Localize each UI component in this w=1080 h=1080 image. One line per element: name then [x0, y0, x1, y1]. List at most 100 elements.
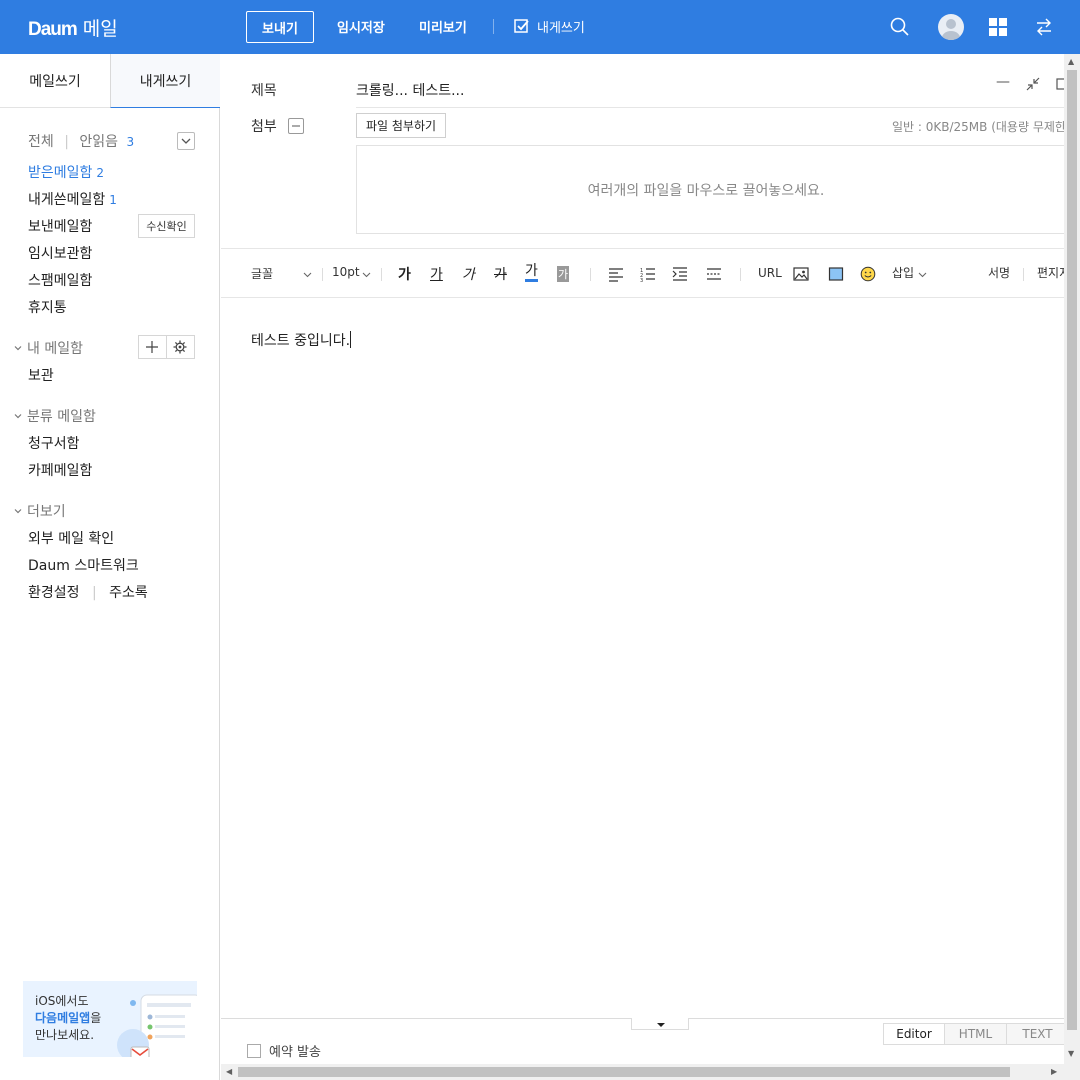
settings-link[interactable]: 환경설정 — [28, 585, 80, 601]
scroll-up-icon[interactable]: ▲ — [1068, 58, 1074, 66]
insert-menu-button[interactable]: 삽입 — [892, 264, 914, 281]
file-dropzone[interactable]: 여러개의 파일을 마우스로 끌어놓으세요. — [356, 145, 1064, 234]
chevron-down-icon — [181, 138, 191, 144]
chevron-down-icon[interactable] — [918, 270, 927, 279]
chevron-down-icon[interactable] — [303, 270, 312, 279]
unread-count: 3 — [126, 135, 135, 149]
filter-row: 전체 | 안읽음 3 — [28, 131, 134, 151]
apps-grid-icon[interactable] — [986, 15, 1010, 39]
search-icon[interactable] — [888, 15, 912, 39]
avatar[interactable] — [938, 14, 964, 40]
logo-brand: Daum — [28, 19, 78, 40]
preview-button[interactable]: 미리보기 — [419, 17, 467, 36]
bold-button[interactable]: 가 — [398, 264, 411, 284]
more-header[interactable]: 더보기 — [14, 501, 66, 521]
emoji-icon[interactable] — [860, 266, 876, 282]
minimize-icon[interactable]: — — [996, 74, 1010, 90]
signature-button[interactable]: 서명 — [988, 264, 1010, 281]
attach-file-button[interactable]: 파일 첨부하기 — [356, 113, 446, 138]
sidebar-item-drafts[interactable]: 임시보관함 — [28, 243, 92, 263]
sidebar-item-smartwork[interactable]: Daum 스마트워크 — [28, 555, 139, 575]
add-mailbox-button[interactable] — [139, 336, 167, 358]
scroll-left-icon[interactable]: ◀ — [226, 1068, 232, 1076]
top-bar: Daum 메일 보내기 임시저장 미리보기 내게쓰기 — [0, 0, 1080, 54]
switch-arrows-icon[interactable] — [1032, 15, 1056, 39]
chevron-down-icon[interactable] — [362, 270, 371, 279]
category-header[interactable]: 분류 메일함 — [14, 406, 96, 426]
user-icon — [942, 19, 960, 40]
sidebar: 메일쓰기 내게쓰기 전체 | 안읽음 3 받은메일함 2 내게쓴메일함 1 보낸메일… — [0, 54, 220, 1080]
sidebar-item-inbox[interactable]: 받은메일함 2 — [28, 162, 104, 182]
font-size-label: 10pt — [332, 265, 360, 279]
editor-body[interactable]: 테스트 중입니다. — [251, 330, 352, 350]
sidebar-item-sent[interactable]: 보낸메일함 — [28, 216, 92, 236]
indent-icon[interactable] — [672, 266, 688, 282]
table-icon[interactable] — [828, 266, 844, 282]
sidebar-item-external-mail[interactable]: 외부 메일 확인 — [28, 528, 114, 548]
save-draft-button[interactable]: 임시저장 — [337, 17, 385, 36]
tab-text[interactable]: TEXT — [1007, 1023, 1069, 1045]
subject-input[interactable]: 크롤링... 테스트... — [356, 80, 464, 100]
copy-icon[interactable] — [1055, 76, 1064, 92]
sidebar-item-spam[interactable]: 스팸메일함 — [28, 270, 92, 290]
sidebar-item-self-mail[interactable]: 내게쓴메일함 1 — [28, 189, 117, 209]
self-write-label: 내게쓰기 — [537, 21, 585, 36]
resize-handle[interactable] — [631, 1018, 689, 1030]
my-mailbox-header[interactable]: 내 메일함 — [14, 338, 83, 358]
receipt-check-button[interactable]: 수신확인 — [138, 214, 195, 238]
collapse-icon[interactable] — [1025, 76, 1041, 92]
font-size-select[interactable]: 10pt — [332, 265, 360, 279]
scrollbar-thumb[interactable] — [238, 1067, 1010, 1077]
checkbox-checked-icon — [514, 19, 529, 33]
font-color-button[interactable]: 가 — [525, 264, 538, 282]
tab-compose[interactable]: 메일쓰기 — [0, 54, 110, 108]
horizontal-rule-icon[interactable] — [706, 266, 722, 282]
sidebar-item-trash[interactable]: 휴지통 — [28, 297, 67, 317]
scheduled-send[interactable]: 예약 발송 — [247, 1041, 321, 1060]
divider — [322, 268, 323, 281]
image-icon[interactable] — [793, 266, 809, 282]
section-title: 더보기 — [27, 504, 66, 520]
send-button[interactable]: 보내기 — [246, 11, 314, 43]
sidebar-item-cafe[interactable]: 카페메일함 — [28, 460, 92, 480]
underline-button[interactable]: 가 — [430, 264, 443, 284]
tab-html[interactable]: HTML — [945, 1023, 1007, 1045]
daum-mail-logo[interactable]: Daum 메일 — [28, 14, 118, 41]
section-title: 분류 메일함 — [27, 409, 96, 425]
sidebar-item-archive[interactable]: 보관 — [28, 365, 54, 385]
attach-collapse-button[interactable] — [288, 118, 304, 134]
section-title: 내 메일함 — [27, 341, 83, 357]
filter-unread[interactable]: 안읽음 — [79, 134, 118, 150]
attachment-quota: 일반 : 0KB/25MB (대용량 무제한 — [892, 120, 1064, 134]
align-left-icon[interactable] — [608, 266, 624, 282]
font-family-select[interactable]: 글꼴 — [251, 265, 273, 282]
text-caret — [350, 331, 352, 348]
link-button[interactable]: URL — [758, 266, 782, 280]
folder-count: 2 — [96, 166, 105, 180]
scroll-down-icon[interactable]: ▼ — [1068, 1050, 1074, 1058]
italic-button[interactable]: 가 — [462, 264, 475, 284]
vertical-scrollbar[interactable]: ▲ ▼ — [1064, 54, 1080, 1064]
numbered-list-icon[interactable]: 123 — [640, 266, 656, 282]
sidebar-item-bills[interactable]: 청구서함 — [28, 433, 80, 453]
stationery-button[interactable]: 편지지 — [1037, 264, 1064, 281]
scheduled-send-checkbox[interactable] — [247, 1043, 261, 1058]
self-write-toggle[interactable]: 내게쓰기 — [514, 17, 585, 36]
horizontal-scrollbar[interactable]: ◀ ▶ — [221, 1064, 1064, 1080]
tab-self-write[interactable]: 내게쓰기 — [110, 54, 220, 108]
triangle-down-icon — [657, 1023, 665, 1027]
tab-editor[interactable]: Editor — [883, 1023, 945, 1045]
svg-text:3: 3 — [640, 278, 643, 282]
background-color-button[interactable]: 가 — [557, 266, 570, 282]
addressbook-link[interactable]: 주소록 — [109, 585, 148, 601]
scroll-right-icon[interactable]: ▶ — [1051, 1068, 1057, 1076]
filter-dropdown[interactable] — [177, 132, 195, 150]
strikethrough-button[interactable]: 가 — [494, 264, 507, 284]
settings-row: 환경설정 | 주소록 — [28, 582, 148, 602]
minus-icon — [292, 125, 300, 127]
mailbox-settings-button[interactable] — [167, 336, 194, 358]
app-promo-banner[interactable]: iOS에서도 다음메일앱을 만나보세요. — [23, 981, 197, 1057]
scrollbar-thumb[interactable] — [1067, 70, 1077, 1030]
filter-all[interactable]: 전체 — [28, 134, 54, 150]
promo-line2: 다음메일앱을 — [35, 1010, 101, 1027]
